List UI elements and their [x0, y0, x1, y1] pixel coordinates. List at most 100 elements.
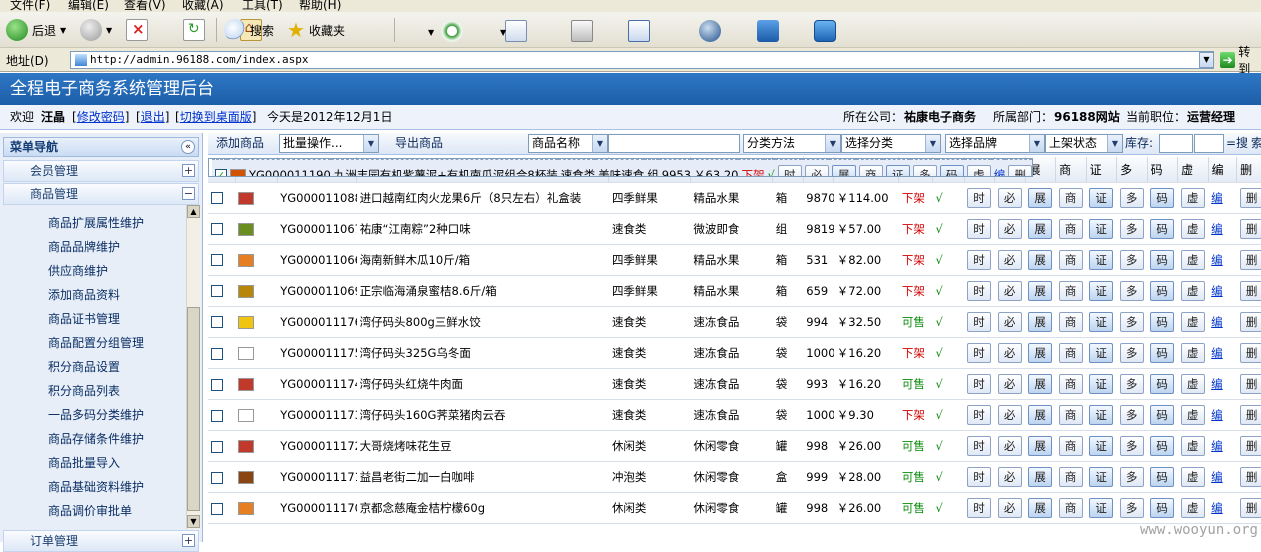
virtual-action-button[interactable]: 虚 [1180, 280, 1205, 301]
row-checkbox[interactable] [211, 254, 223, 266]
edit-page-icon[interactable] [627, 20, 650, 42]
cert-action-button[interactable]: 证 [1089, 249, 1114, 270]
code-action-button[interactable]: 码 [939, 165, 964, 176]
export-products-button[interactable]: 导出商品 [395, 133, 443, 155]
must-action-button[interactable]: 必 [997, 218, 1022, 239]
row-checkbox[interactable] [211, 440, 223, 453]
delete-button[interactable]: 删 [1239, 343, 1261, 363]
table-row[interactable]: YG000011088 进口越南红肉火龙果6斤（8只左右）礼盒装 四季鲜果 精品水果箱… [208, 182, 1261, 214]
shelf-status[interactable]: 下架 [898, 337, 933, 369]
messenger-icon[interactable] [698, 20, 721, 42]
code-action-button[interactable]: 码 [1150, 498, 1175, 518]
code-action-button[interactable]: 码 [1150, 467, 1175, 487]
multi-action-button[interactable]: 多 [1119, 218, 1144, 239]
multi-action-button[interactable]: 多 [1119, 343, 1144, 363]
shelf-status[interactable]: 可售 [898, 306, 933, 338]
shop-action-button[interactable]: 商 [1058, 374, 1083, 394]
code-action-button[interactable]: 码 [1150, 311, 1175, 332]
show-action-button[interactable]: 展 [1028, 249, 1053, 270]
product-thumbnail[interactable] [238, 253, 255, 267]
delete-button[interactable]: 删 [1239, 405, 1261, 425]
code-action-button[interactable]: 码 [1150, 187, 1175, 208]
menu-tools[interactable]: 工具(T) [242, 0, 283, 12]
product-thumbnail[interactable] [238, 191, 255, 205]
row-select-cell[interactable] [208, 244, 236, 276]
row-select-cell[interactable] [208, 430, 236, 462]
delete-button[interactable]: 删 [1239, 436, 1261, 456]
table-row[interactable]: YG000011172 大哥烧烤味花生豆 休闲类 休闲零食罐 998 ￥26.00 可售 √ 时… [208, 430, 1261, 462]
menu-favorites[interactable]: 收藏(A) [182, 0, 224, 12]
product-thumbnail[interactable] [238, 502, 255, 515]
menu-edit[interactable]: 编辑(E) [68, 0, 109, 12]
product-thumbnail[interactable] [238, 409, 255, 422]
code-action-button[interactable]: 码 [1150, 249, 1175, 270]
code-action-button[interactable]: 码 [1150, 218, 1175, 239]
row-checkbox[interactable] [211, 192, 223, 204]
forward-button[interactable]: ▼ [80, 18, 112, 42]
row-select-cell[interactable] [208, 306, 236, 338]
menu-file[interactable]: 文件(F) [10, 0, 50, 12]
virtual-action-button[interactable]: 虚 [966, 165, 991, 176]
table-row[interactable]: YG000011170 京都念慈庵金桔柠檬60g 休闲类 休闲零食罐 998 ￥26.00… [208, 492, 1261, 524]
time-action-button[interactable]: 时 [967, 436, 992, 456]
edit-link[interactable]: 编 [1211, 377, 1223, 391]
sidebar-item[interactable]: 商品品牌维护 [48, 237, 120, 257]
table-row[interactable]: YG000011171 益昌老街二加一白咖啡 冲泡类 休闲零食盒 999 ￥28.00 可售… [208, 461, 1261, 493]
delete-button[interactable]: 删 [1239, 249, 1261, 270]
show-action-button[interactable]: 展 [1028, 467, 1053, 487]
scrollbar-thumb[interactable] [187, 307, 200, 511]
edit-link[interactable]: 编 [1211, 222, 1223, 236]
table-row[interactable]: YG000011175 湾仔码头325G乌冬面 速食类 速冻食品袋 1000 ￥16.20… [208, 337, 1261, 369]
time-action-button[interactable]: 时 [967, 218, 992, 239]
table-row[interactable]: YG000011066 海南新鲜木瓜10斤/箱 四季鲜果 精品水果箱 531 ￥82.00… [208, 244, 1261, 276]
code-action-button[interactable]: 码 [1150, 405, 1175, 425]
show-action-button[interactable]: 展 [1028, 187, 1053, 208]
shelf-status[interactable]: 可售 [898, 430, 933, 462]
shelf-status[interactable]: 可售 [898, 461, 933, 493]
shelf-status[interactable]: 可售 [898, 492, 933, 524]
shop-action-button[interactable]: 商 [858, 165, 883, 176]
sidebar-item[interactable]: 添加商品资料 [48, 285, 120, 305]
edit-link[interactable]: 编 [1211, 439, 1223, 453]
switch-desktop-link[interactable]: 切换到桌面版 [180, 110, 252, 124]
multi-action-button[interactable]: 多 [912, 165, 937, 176]
sidebar-item[interactable]: 供应商维护 [48, 261, 108, 281]
menu-view[interactable]: 查看(V) [124, 0, 166, 12]
shelf-status[interactable]: 下架 [898, 213, 933, 245]
row-checkbox[interactable] [211, 378, 223, 391]
collapse-sidebar-icon[interactable]: « [181, 140, 195, 154]
virtual-action-button[interactable]: 虚 [1180, 405, 1205, 425]
virtual-action-button[interactable]: 虚 [1180, 187, 1205, 208]
shop-action-button[interactable]: 商 [1058, 498, 1083, 518]
scroll-up-icon[interactable]: ▲ [187, 205, 200, 218]
shop-action-button[interactable]: 商 [1058, 405, 1083, 425]
must-action-button[interactable]: 必 [997, 343, 1022, 363]
delete-button[interactable]: 删 [1239, 187, 1261, 208]
cert-action-button[interactable]: 证 [1089, 405, 1114, 425]
virtual-action-button[interactable]: 虚 [1180, 343, 1205, 363]
product-thumbnail[interactable] [238, 284, 255, 298]
row-select-cell[interactable] [208, 182, 236, 214]
row-select-cell[interactable] [208, 368, 236, 400]
cert-action-button[interactable]: 证 [1089, 343, 1114, 363]
product-thumbnail[interactable] [238, 347, 255, 360]
product-thumbnail[interactable] [238, 378, 255, 391]
row-checkbox[interactable] [211, 285, 223, 297]
search-input[interactable] [608, 134, 740, 153]
delete-button[interactable]: 删 [1239, 311, 1261, 332]
show-action-button[interactable]: 展 [1028, 436, 1053, 456]
virtual-action-button[interactable]: 虚 [1180, 218, 1205, 239]
expand-icon[interactable]: + [182, 534, 195, 547]
edit-link[interactable]: 编 [1211, 284, 1223, 298]
cert-action-button[interactable]: 证 [1089, 436, 1114, 456]
show-action-button[interactable]: 展 [1028, 311, 1053, 332]
url-dropdown-icon[interactable]: ▼ [1199, 52, 1214, 68]
sidebar-item[interactable]: 商品配置分组管理 [48, 333, 144, 353]
shop-action-button[interactable]: 商 [1058, 467, 1083, 487]
shop-action-button[interactable]: 商 [1058, 311, 1083, 332]
delete-button[interactable]: 删 [1239, 374, 1261, 394]
multi-action-button[interactable]: 多 [1119, 467, 1144, 487]
edit-link[interactable]: 编 [1211, 501, 1223, 515]
table-row[interactable]: YG000011174 湾仔码头红烧牛肉面 速食类 速冻食品袋 993 ￥16.20 可售 √… [208, 368, 1261, 400]
multi-action-button[interactable]: 多 [1119, 249, 1144, 270]
